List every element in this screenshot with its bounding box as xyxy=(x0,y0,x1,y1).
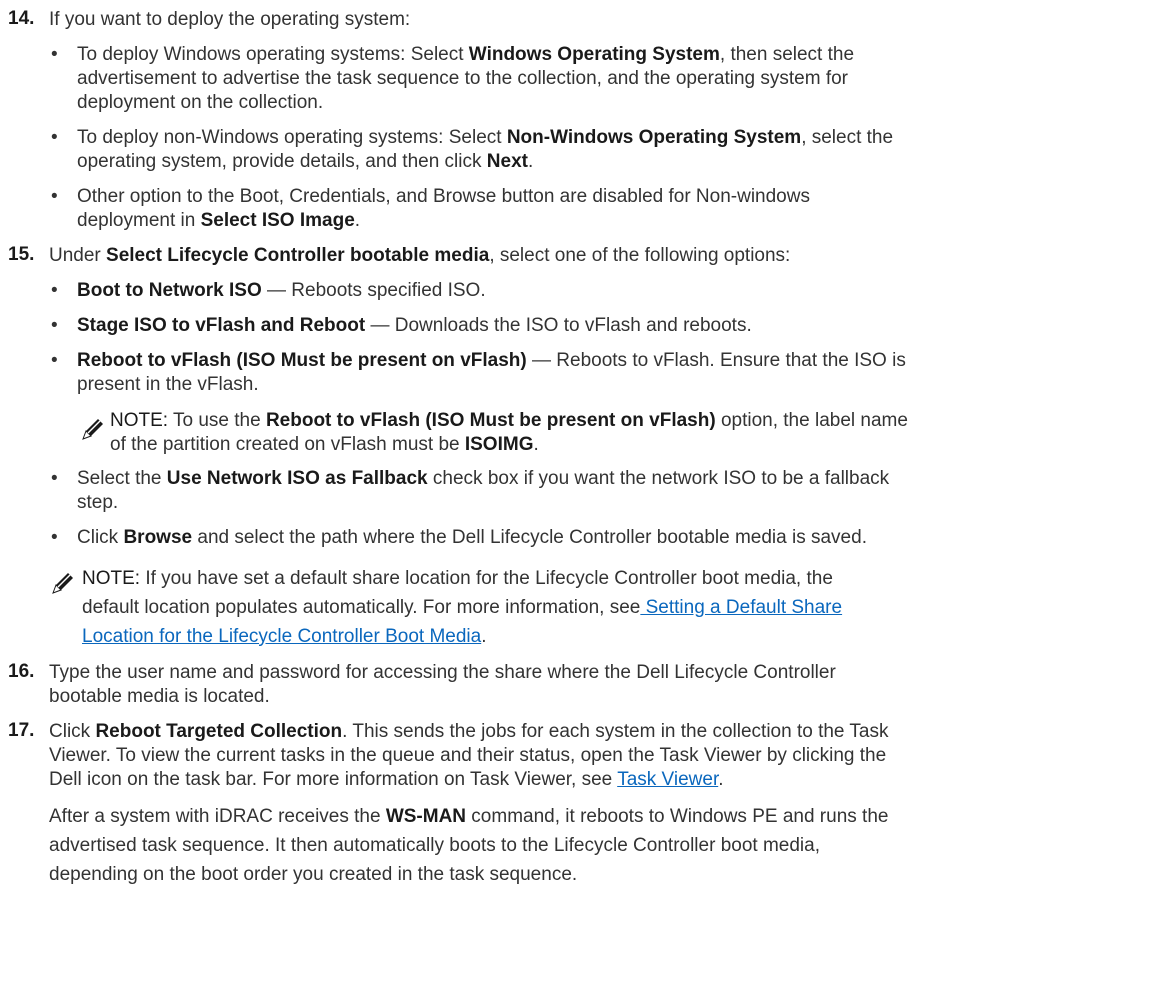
step-paragraph: After a system with iDRAC receives the W… xyxy=(49,806,889,885)
list-item: Stage ISO to vFlash and Reboot — Downloa… xyxy=(49,314,1153,338)
bullet-list: To deploy Windows operating systems: Sel… xyxy=(49,43,1153,233)
note-pencil-icon xyxy=(82,419,103,440)
document-body: 14. If you want to deploy the operating … xyxy=(8,8,1153,889)
list-item: To deploy non-Windows operating systems:… xyxy=(49,126,1153,174)
list-item: Reboot to vFlash (ISO Must be present on… xyxy=(49,349,1153,457)
step-number: 15. xyxy=(8,244,35,265)
list-item: Select the Use Network ISO as Fallback c… xyxy=(49,467,1153,515)
note-pencil-icon xyxy=(52,573,73,594)
step-text: Type the user name and password for acce… xyxy=(49,662,836,707)
task-viewer-link[interactable]: Task Viewer xyxy=(617,769,718,790)
step-number: 14. xyxy=(8,8,35,29)
bullet-list: Boot to Network ISO — Reboots specified … xyxy=(49,279,1153,550)
note-box: NOTE: If you have set a default share lo… xyxy=(49,564,1153,651)
step-number: 17. xyxy=(8,720,35,741)
step-text: Click Reboot Targeted Collection. This s… xyxy=(49,721,889,790)
setting-default-share-link[interactable]: Setting a Default Share xyxy=(640,597,842,618)
note-label: NOTE: xyxy=(82,568,141,589)
step-number: 16. xyxy=(8,661,35,682)
step-15: 15. Under Select Lifecycle Controller bo… xyxy=(8,244,1153,651)
step-14: 14. If you want to deploy the operating … xyxy=(8,8,1153,233)
list-item: To deploy Windows operating systems: Sel… xyxy=(49,43,1153,115)
step-text: If you want to deploy the operating syst… xyxy=(49,9,411,30)
list-item: Click Browse and select the path where t… xyxy=(49,526,1153,550)
step-16: 16. Type the user name and password for … xyxy=(8,661,1153,709)
step-17: 17. Click Reboot Targeted Collection. Th… xyxy=(8,720,1153,889)
step-text: Under Select Lifecycle Controller bootab… xyxy=(49,245,791,266)
list-item: Boot to Network ISO — Reboots specified … xyxy=(49,279,1153,303)
note-label: NOTE: xyxy=(110,410,169,431)
setting-default-share-link-cont[interactable]: Location for the Lifecycle Controller Bo… xyxy=(82,626,481,647)
list-item: Other option to the Boot, Credentials, a… xyxy=(49,185,1153,233)
note-box: NOTE: To use the Reboot to vFlash (ISO M… xyxy=(77,409,1153,457)
